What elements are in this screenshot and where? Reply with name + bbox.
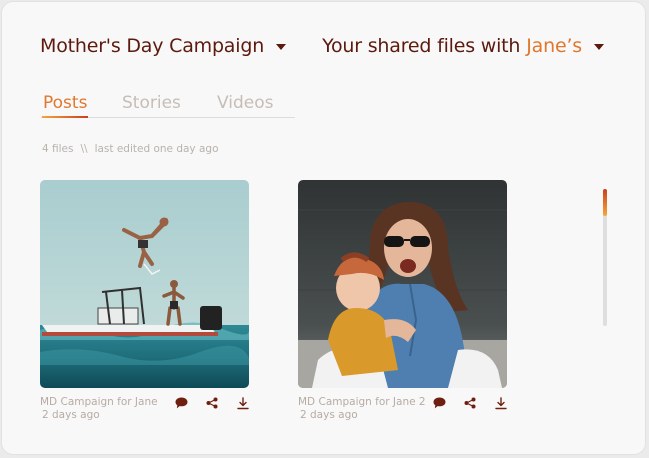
tab-videos[interactable]: Videos — [217, 93, 274, 113]
campaign-title: Mother's Day Campaign — [40, 35, 265, 57]
files-meta: 4 files \\ last edited one day ago — [42, 143, 219, 155]
shared-user-selector[interactable]: Your shared files with Jane’s — [322, 35, 604, 57]
file-card[interactable]: MD Campaign for Jane 2 2 days ago — [298, 180, 508, 421]
vertical-scrollbar[interactable] — [603, 189, 607, 326]
meta-separator: \\ — [80, 143, 88, 155]
last-edited: last edited one day ago — [94, 143, 219, 155]
file-card[interactable]: MD Campaign for Jane 2 days ago — [40, 180, 250, 421]
share-icon[interactable] — [205, 396, 219, 410]
download-icon[interactable] — [494, 396, 508, 410]
file-date: 2 days ago — [42, 409, 100, 421]
tab-posts[interactable]: Posts — [41, 93, 89, 118]
comment-icon[interactable] — [432, 396, 446, 410]
file-date: 2 days ago — [300, 409, 358, 421]
file-actions — [432, 396, 508, 410]
file-thumbnail[interactable] — [40, 180, 249, 388]
file-name: MD Campaign for Jane 2 — [298, 396, 426, 408]
share-icon[interactable] — [463, 396, 477, 410]
tab-stories[interactable]: Stories — [122, 93, 181, 113]
file-count: 4 files — [42, 143, 74, 155]
chevron-down-icon[interactable] — [594, 44, 604, 50]
download-icon[interactable] — [236, 396, 250, 410]
shared-files-label: Your shared files with — [322, 35, 521, 57]
file-name: MD Campaign for Jane — [40, 396, 158, 408]
file-actions — [174, 396, 250, 410]
comment-icon[interactable] — [174, 396, 188, 410]
mother-child-image — [298, 180, 507, 388]
shared-files-panel: Mother's Day Campaign Your shared files … — [1, 1, 646, 455]
boat-jump-image — [40, 180, 249, 388]
campaign-selector[interactable]: Mother's Day Campaign — [40, 35, 287, 57]
shared-user-name: Jane’s — [526, 35, 582, 57]
scrollbar-thumb[interactable] — [603, 189, 607, 216]
chevron-down-icon[interactable] — [276, 44, 287, 50]
file-thumbnail[interactable] — [298, 180, 507, 388]
content-tabs: Posts Stories Videos — [41, 93, 295, 118]
